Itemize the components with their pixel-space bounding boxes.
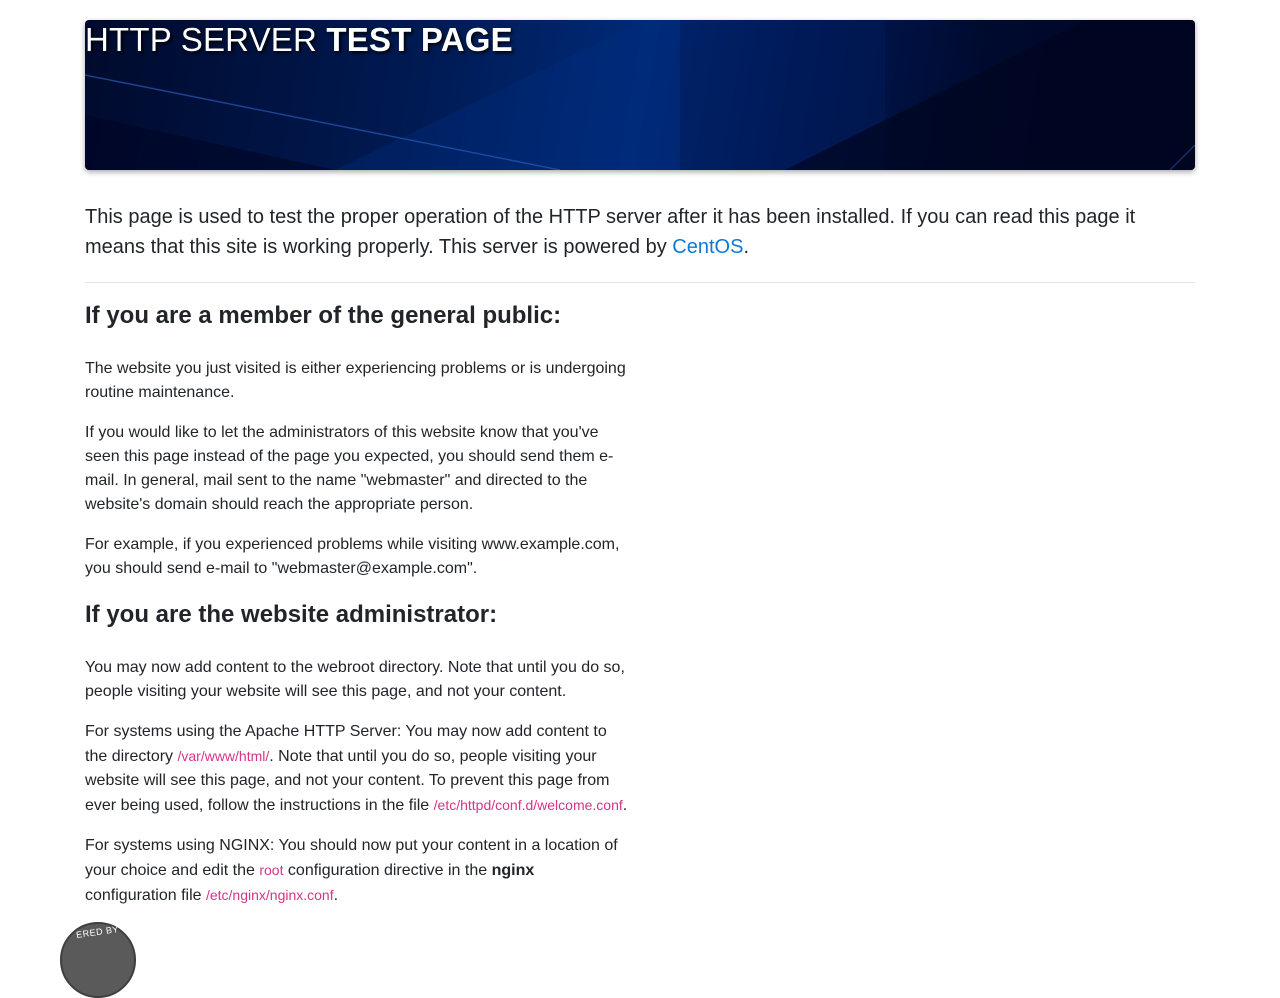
nginx-text-b: configuration directive in the [283,862,492,879]
public-paragraph-1: The website you just visited is either e… [85,360,626,401]
public-heading: If you are a member of the general publi… [85,302,562,329]
badge-text: ERED BY [75,924,120,940]
lead-text: This page is used to test the proper ope… [85,206,1136,258]
nginx-word: nginx [491,862,535,879]
title-light: HTTP SERVER [85,21,318,58]
title-bold: TEST PAGE [326,21,513,58]
admin-paragraph-1: You may now add content to the webroot d… [85,659,625,700]
content-column: If you are a member of the general publi… [85,300,630,908]
page-container: HTTP SERVER TEST PAGE This page is used … [85,20,1195,904]
header-banner: HTTP SERVER TEST PAGE [85,20,1195,170]
nginx-paragraph: For systems using NGINX: You should now … [85,834,630,908]
divider [85,282,1195,283]
lead-end: . [743,236,749,258]
public-paragraph-2: If you would like to let the administrat… [85,424,614,513]
apache-webroot-path: /var/www/html/ [177,748,270,764]
centos-link[interactable]: CentOS [672,236,743,258]
powered-by-badge-icon[interactable]: ERED BY [60,922,136,998]
public-paragraph-3: For example, if you experienced problems… [85,536,620,577]
nginx-conf-path: /etc/nginx/nginx.conf [205,887,334,903]
apache-welcome-conf-path: /etc/httpd/conf.d/welcome.conf [433,797,623,813]
nginx-text-end: . [333,887,339,904]
apache-paragraph: For systems using the Apache HTTP Server… [85,720,630,818]
nginx-text-c: configuration file [85,887,206,904]
admin-heading: If you are the website administrator: [85,601,498,628]
nginx-root-directive: root [259,862,284,878]
apache-text-end: . [622,797,628,814]
lead-paragraph: This page is used to test the proper ope… [85,202,1195,262]
page-title: HTTP SERVER TEST PAGE [85,21,513,59]
